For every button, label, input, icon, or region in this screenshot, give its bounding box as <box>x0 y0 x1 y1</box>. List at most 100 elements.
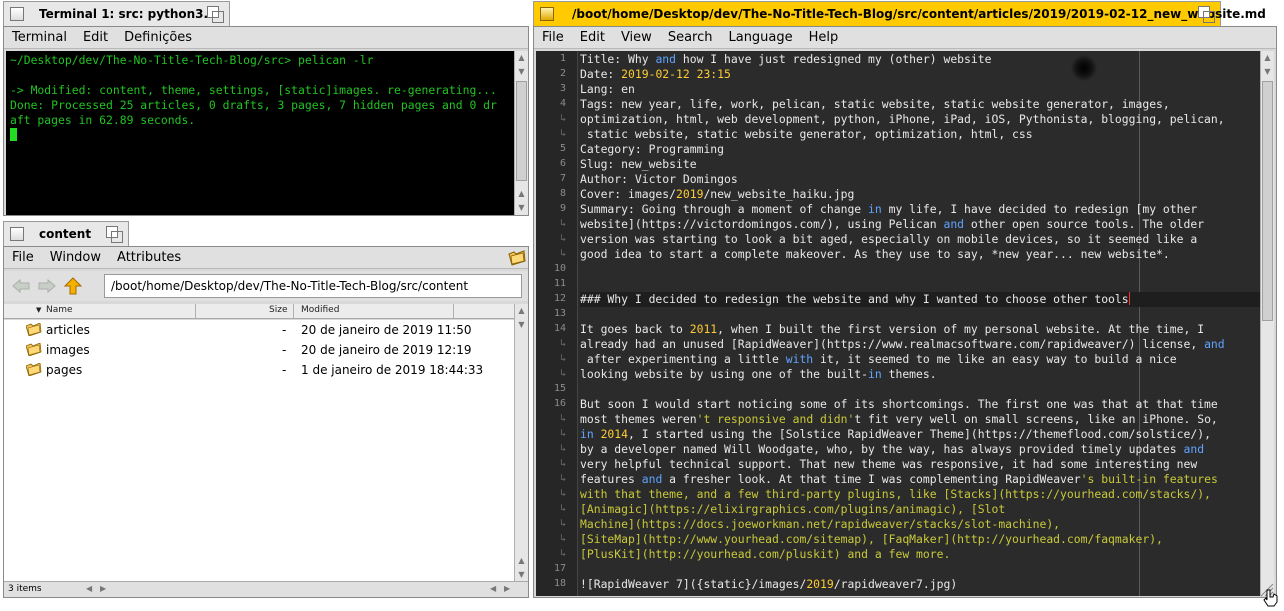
code-line: It goes back to 2011, when I built the f… <box>580 322 1204 337</box>
code-token: /rapidweaver7.jpg) <box>833 577 958 591</box>
wrap-indicator-icon: ↳ <box>559 473 566 484</box>
column-header-size[interactable]: Size <box>269 305 287 315</box>
scroll-down-arrow-icon[interactable]: ▼ <box>515 568 528 581</box>
editor-menu-view[interactable]: View <box>613 30 660 45</box>
code-token: Date: <box>580 67 622 81</box>
tracker-menu-attributes[interactable]: Attributes <box>109 250 189 265</box>
code-token: themes. <box>881 367 937 381</box>
scroll-up-arrow-icon[interactable]: ▲ <box>515 51 528 64</box>
scroll-down-arrow-icon[interactable]: ▼ <box>515 65 528 78</box>
terminal-menu-edit[interactable]: Edit <box>75 30 116 45</box>
wrap-indicator-icon: ↳ <box>559 233 566 244</box>
tracker-menu-window[interactable]: Window <box>42 250 109 265</box>
terminal-close-button[interactable] <box>10 7 24 21</box>
editor-menu-help[interactable]: Help <box>801 30 847 45</box>
scroll-right-arrow-icon[interactable]: ▶ <box>504 584 510 593</box>
terminal-scroll-thumb[interactable] <box>516 81 527 181</box>
terminal-cursor <box>10 128 17 141</box>
code-token: 2011 <box>689 322 718 336</box>
editor-menu-file[interactable]: File <box>534 30 572 45</box>
code-view[interactable]: Title: Why and how I have just redesigne… <box>580 51 1260 596</box>
scroll-down-arrow-icon[interactable]: ▼ <box>1261 65 1274 78</box>
terminal-menu-terminal[interactable]: Terminal <box>4 30 75 45</box>
line-number: 16 <box>553 398 566 409</box>
forward-arrow-icon[interactable] <box>34 273 60 299</box>
item-count: 3 items <box>8 584 42 594</box>
code-line: [Animagic](https://elixirgraphics.com/pl… <box>580 502 1005 517</box>
editor-scrollbar[interactable]: ▲ ▼ <box>1260 51 1274 596</box>
editor-menu-search[interactable]: Search <box>660 30 721 45</box>
column-header-modified[interactable]: Modified <box>301 305 339 315</box>
code-token: 2019-02-12 23:15 <box>621 67 731 81</box>
code-token: it, it seemed to me like an easy way to … <box>813 352 1177 366</box>
back-arrow-icon[interactable] <box>8 273 34 299</box>
tracker-zoom-button[interactable] <box>106 226 123 243</box>
editor-menu-language[interactable]: Language <box>720 30 800 45</box>
code-line: ![RapidWeaver 7]({static}/images/2019/ra… <box>580 577 957 592</box>
tracker-close-button[interactable] <box>10 227 24 241</box>
code-token: optimization, html, web development, pyt… <box>580 112 1225 126</box>
code-token: Slug: new_website <box>580 157 697 171</box>
scroll-up-arrow-icon[interactable]: ▲ <box>515 554 528 567</box>
terminal-line: -> Modified: content, theme, settings, [… <box>10 83 497 97</box>
list-item[interactable]: articles - 20 de janeiro de 2019 11:50 <box>4 320 514 340</box>
tracker-status-bar: 3 items ◀ ▶ ◀ ▶ <box>4 581 528 597</box>
tracker-scrollbar[interactable]: ▲ ▼ ▲ ▼ <box>514 304 528 582</box>
column-header-name[interactable]: Name <box>46 305 73 315</box>
code-token: But soon I would start noticing some of … <box>580 397 1218 411</box>
list-item[interactable]: images - 20 de janeiro de 2019 12:19 <box>4 340 514 360</box>
folder-menu-icon[interactable] <box>508 250 526 270</box>
file-name: images <box>46 343 90 357</box>
editor-scroll-thumb[interactable] <box>1262 81 1273 321</box>
tracker-window-tab[interactable]: content <box>3 221 129 246</box>
terminal-output[interactable]: ~/Desktop/dev/The-No-Title-Tech-Blog/src… <box>6 51 514 215</box>
tracker-window-title: content <box>39 227 92 241</box>
terminal-window-tab[interactable]: Terminal 1: src: python3.6 <box>3 1 230 26</box>
sort-descending-icon[interactable]: ▼ <box>36 306 41 314</box>
code-token: t fit very well on small screens, like a… <box>854 412 1218 426</box>
wrap-indicator-icon: ↳ <box>559 533 566 544</box>
parent-folder-arrow-icon[interactable] <box>60 273 86 299</box>
scroll-down-arrow-icon[interactable]: ▼ <box>515 201 528 214</box>
line-number: 9 <box>559 203 566 214</box>
tracker-menu-file[interactable]: File <box>4 250 42 265</box>
wrap-indicator-icon: ↳ <box>559 413 566 424</box>
code-token: static website, static website generator… <box>580 127 1033 141</box>
scroll-up-arrow-icon[interactable]: ▲ <box>515 304 528 317</box>
line-number: 17 <box>553 563 566 574</box>
line-number: 12 <box>553 293 566 304</box>
editor-window-tab[interactable]: /boot/home/Desktop/dev/The-No-Title-Tech… <box>533 1 1266 26</box>
code-token: website](https://victordomingos.com/), u… <box>580 217 944 231</box>
terminal-line: aft pages in 62.89 seconds. <box>10 113 196 127</box>
editor-close-button[interactable] <box>540 7 554 21</box>
editor-zoom-button[interactable] <box>1198 6 1215 23</box>
terminal-scrollbar[interactable]: ▲ ▼ ▲ ▼ <box>514 51 528 215</box>
wrap-indicator-icon: ↳ <box>559 518 566 529</box>
scroll-down-arrow-icon[interactable]: ▼ <box>515 318 528 331</box>
code-token: my life, I have decided to redesign [my … <box>881 202 1198 216</box>
scroll-left-arrow-icon[interactable]: ◀ <box>490 584 496 593</box>
code-token: in <box>580 427 594 441</box>
terminal-window-title: Terminal 1: src: python3.6 <box>39 7 217 21</box>
code-token: , I started using the [Solstice RapidWea… <box>628 427 1211 441</box>
editor-menu-edit[interactable]: Edit <box>572 30 613 45</box>
location-path-field[interactable]: /boot/home/Desktop/dev/The-No-Title-Tech… <box>104 274 522 298</box>
terminal-zoom-button[interactable] <box>207 6 224 23</box>
scroll-up-arrow-icon[interactable]: ▲ <box>515 187 528 200</box>
scroll-left-arrow-icon[interactable]: ◀ <box>86 584 92 593</box>
scroll-right-arrow-icon[interactable]: ▶ <box>100 584 106 593</box>
code-token: ![RapidWeaver 7]({static}/images/ <box>580 577 807 591</box>
scroll-up-arrow-icon[interactable]: ▲ <box>1261 51 1274 64</box>
folder-icon <box>26 363 42 376</box>
line-number: 3 <box>559 83 566 94</box>
list-item[interactable]: pages - 1 de janeiro de 2019 18:44:33 <box>4 360 514 380</box>
file-size: - <box>282 323 287 337</box>
code-token: how I have just redesigned my (other) we… <box>676 52 992 66</box>
code-line: Date: 2019-02-12 23:15 <box>580 67 731 82</box>
text-editor-area[interactable]: 1 2 3 4 ↳ ↳ 5 6 7 8 9 ↳ ↳ ↳ 10 11 12 13 14 ↳ ↳ ↳ 15 16 ↳ ↳ ↳ ↳ ↳ ↳ ↳ ↳ ↳… <box>536 51 1260 596</box>
terminal-menu-settings[interactable]: Definições <box>116 30 200 45</box>
file-modified: 1 de janeiro de 2019 18:44:33 <box>301 363 484 377</box>
editor-window: File Edit View Search Language Help 1234… <box>533 26 1277 598</box>
line-number: 11 <box>553 278 566 289</box>
